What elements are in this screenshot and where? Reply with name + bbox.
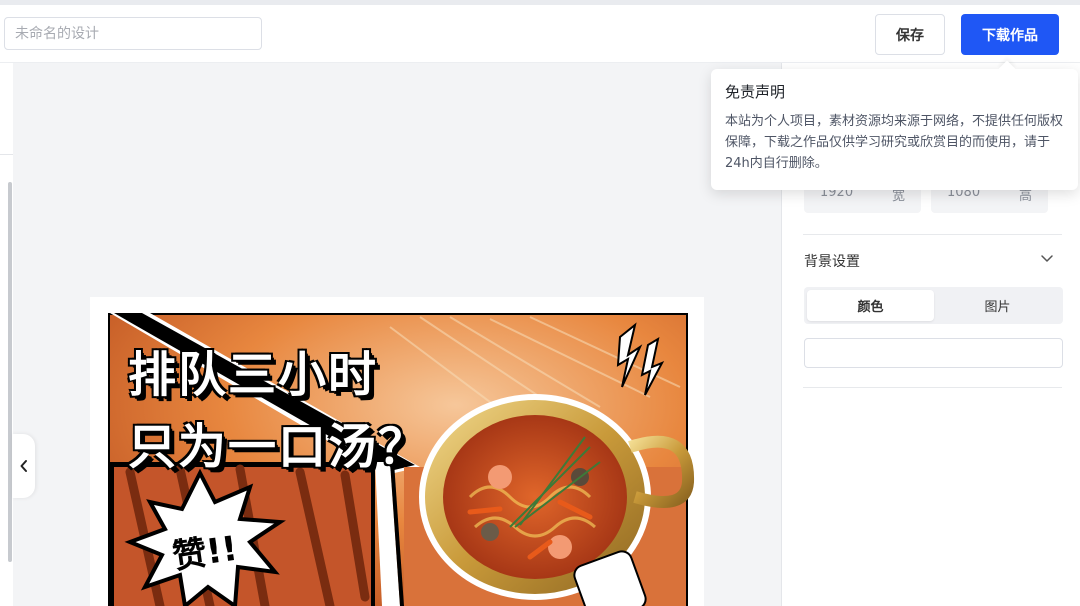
background-type-tabs: 颜色 图片 bbox=[804, 287, 1063, 324]
download-button[interactable]: 下载作品 bbox=[961, 14, 1059, 55]
chevron-down-icon[interactable] bbox=[1038, 249, 1056, 267]
tab-image[interactable]: 图片 bbox=[934, 290, 1061, 321]
burst-text: 赞!! bbox=[170, 528, 240, 578]
save-button[interactable]: 保存 bbox=[875, 14, 945, 55]
collapse-panel-button[interactable] bbox=[12, 434, 35, 498]
background-section-title: 背景设置 bbox=[804, 254, 860, 270]
poster-headline-line1: 排队三小时 bbox=[128, 347, 379, 403]
section-divider bbox=[803, 234, 1062, 235]
left-panel-divider bbox=[0, 154, 13, 155]
disclaimer-title: 免责声明 bbox=[725, 83, 786, 101]
section-divider bbox=[803, 387, 1062, 388]
tab-color[interactable]: 颜色 bbox=[807, 290, 934, 321]
left-scrollbar[interactable] bbox=[8, 182, 12, 562]
chevron-left-icon bbox=[20, 460, 27, 472]
disclaimer-popover: 免责声明 本站为个人项目，素材资源均来源于网络，不提供任何版权保障，下载之作品仅… bbox=[711, 60, 1078, 190]
design-canvas[interactable]: 排队三小时 只为一口汤？ 赞!! bbox=[90, 297, 704, 606]
top-toolbar: 保存 下载作品 bbox=[0, 0, 1080, 63]
design-name-input[interactable] bbox=[4, 17, 262, 50]
disclaimer-body: 本站为个人项目，素材资源均来源于网络，不提供任何版权保障，下载之作品仅供学习研究… bbox=[725, 114, 1064, 171]
poster-headline-line2: 只为一口汤？ bbox=[128, 419, 429, 475]
background-color-input[interactable] bbox=[804, 338, 1063, 368]
